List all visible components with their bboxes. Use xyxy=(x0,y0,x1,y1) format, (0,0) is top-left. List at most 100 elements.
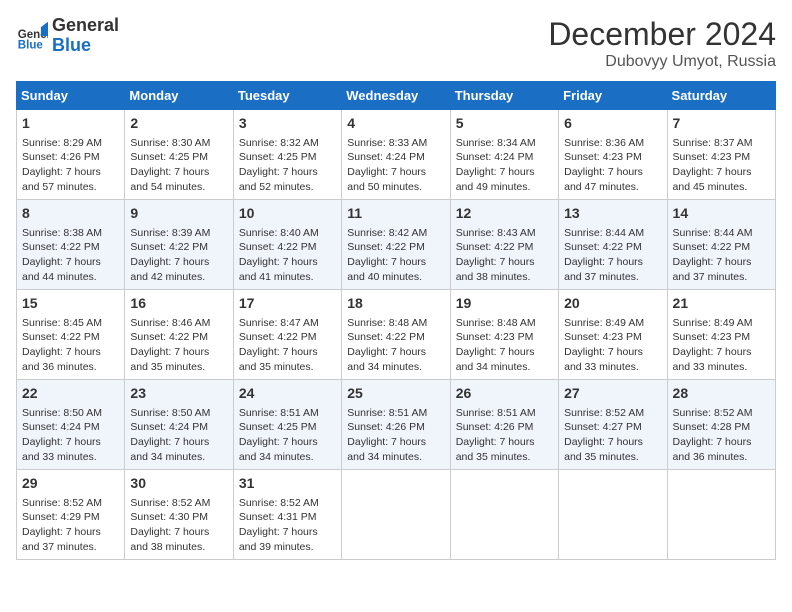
table-row: 11 Sunrise: 8:42 AM Sunset: 4:22 PM Dayl… xyxy=(342,200,450,290)
sunrise-label: Sunrise: 8:43 AM xyxy=(456,227,536,239)
sunrise-label: Sunrise: 8:51 AM xyxy=(347,407,427,419)
table-row: 4 Sunrise: 8:33 AM Sunset: 4:24 PM Dayli… xyxy=(342,110,450,200)
sunset-label: Sunset: 4:25 PM xyxy=(239,151,317,163)
calendar-header: Sunday Monday Tuesday Wednesday Thursday… xyxy=(17,82,776,110)
sunset-label: Sunset: 4:25 PM xyxy=(239,421,317,433)
table-row: 18 Sunrise: 8:48 AM Sunset: 4:22 PM Dayl… xyxy=(342,290,450,380)
calendar-body: 1 Sunrise: 8:29 AM Sunset: 4:26 PM Dayli… xyxy=(17,110,776,560)
sunset-label: Sunset: 4:30 PM xyxy=(130,511,208,523)
daylight-label: Daylight: 7 hours and 45 minutes. xyxy=(673,166,752,193)
sunset-label: Sunset: 4:23 PM xyxy=(673,151,751,163)
sunrise-label: Sunrise: 8:48 AM xyxy=(456,317,536,329)
table-row xyxy=(667,470,775,560)
day-number: 19 xyxy=(456,294,553,314)
sunset-label: Sunset: 4:23 PM xyxy=(564,151,642,163)
day-number: 8 xyxy=(22,204,119,224)
day-number: 12 xyxy=(456,204,553,224)
table-row: 6 Sunrise: 8:36 AM Sunset: 4:23 PM Dayli… xyxy=(559,110,667,200)
table-row: 31 Sunrise: 8:52 AM Sunset: 4:31 PM Dayl… xyxy=(233,470,341,560)
day-number: 9 xyxy=(130,204,227,224)
day-number: 20 xyxy=(564,294,661,314)
daylight-label: Daylight: 7 hours and 37 minutes. xyxy=(564,256,643,283)
table-row xyxy=(450,470,558,560)
daylight-label: Daylight: 7 hours and 47 minutes. xyxy=(564,166,643,193)
day-number: 5 xyxy=(456,114,553,134)
sunrise-label: Sunrise: 8:51 AM xyxy=(239,407,319,419)
daylight-label: Daylight: 7 hours and 33 minutes. xyxy=(22,436,101,463)
col-header-thursday: Thursday xyxy=(450,82,558,110)
daylight-label: Daylight: 7 hours and 33 minutes. xyxy=(673,346,752,373)
sunrise-label: Sunrise: 8:36 AM xyxy=(564,137,644,149)
table-row xyxy=(559,470,667,560)
daylight-label: Daylight: 7 hours and 40 minutes. xyxy=(347,256,426,283)
sunset-label: Sunset: 4:22 PM xyxy=(22,331,100,343)
sunset-label: Sunset: 4:22 PM xyxy=(673,241,751,253)
day-number: 30 xyxy=(130,474,227,494)
sunset-label: Sunset: 4:22 PM xyxy=(239,331,317,343)
col-header-friday: Friday xyxy=(559,82,667,110)
daylight-label: Daylight: 7 hours and 49 minutes. xyxy=(456,166,535,193)
daylight-label: Daylight: 7 hours and 34 minutes. xyxy=(347,436,426,463)
sunset-label: Sunset: 4:24 PM xyxy=(347,151,425,163)
daylight-label: Daylight: 7 hours and 38 minutes. xyxy=(456,256,535,283)
sunset-label: Sunset: 4:26 PM xyxy=(456,421,534,433)
day-number: 7 xyxy=(673,114,770,134)
sunrise-label: Sunrise: 8:33 AM xyxy=(347,137,427,149)
sunrise-label: Sunrise: 8:45 AM xyxy=(22,317,102,329)
table-row: 9 Sunrise: 8:39 AM Sunset: 4:22 PM Dayli… xyxy=(125,200,233,290)
logo: General Blue General Blue xyxy=(16,16,119,56)
table-row: 14 Sunrise: 8:44 AM Sunset: 4:22 PM Dayl… xyxy=(667,200,775,290)
table-row xyxy=(342,470,450,560)
day-number: 22 xyxy=(22,384,119,404)
daylight-label: Daylight: 7 hours and 41 minutes. xyxy=(239,256,318,283)
daylight-label: Daylight: 7 hours and 37 minutes. xyxy=(22,526,101,553)
table-row: 16 Sunrise: 8:46 AM Sunset: 4:22 PM Dayl… xyxy=(125,290,233,380)
sunset-label: Sunset: 4:22 PM xyxy=(347,241,425,253)
sunset-label: Sunset: 4:22 PM xyxy=(456,241,534,253)
daylight-label: Daylight: 7 hours and 35 minutes. xyxy=(564,436,643,463)
svg-text:Blue: Blue xyxy=(18,39,44,51)
table-row: 15 Sunrise: 8:45 AM Sunset: 4:22 PM Dayl… xyxy=(17,290,125,380)
sunset-label: Sunset: 4:29 PM xyxy=(22,511,100,523)
sunrise-label: Sunrise: 8:49 AM xyxy=(564,317,644,329)
day-number: 17 xyxy=(239,294,336,314)
col-header-saturday: Saturday xyxy=(667,82,775,110)
sunrise-label: Sunrise: 8:37 AM xyxy=(673,137,753,149)
table-row: 29 Sunrise: 8:52 AM Sunset: 4:29 PM Dayl… xyxy=(17,470,125,560)
logo-icon: General Blue xyxy=(16,20,48,52)
sunset-label: Sunset: 4:26 PM xyxy=(22,151,100,163)
sunrise-label: Sunrise: 8:30 AM xyxy=(130,137,210,149)
daylight-label: Daylight: 7 hours and 50 minutes. xyxy=(347,166,426,193)
daylight-label: Daylight: 7 hours and 57 minutes. xyxy=(22,166,101,193)
day-number: 21 xyxy=(673,294,770,314)
daylight-label: Daylight: 7 hours and 52 minutes. xyxy=(239,166,318,193)
sunset-label: Sunset: 4:22 PM xyxy=(347,331,425,343)
col-header-tuesday: Tuesday xyxy=(233,82,341,110)
sunset-label: Sunset: 4:26 PM xyxy=(347,421,425,433)
day-number: 15 xyxy=(22,294,119,314)
daylight-label: Daylight: 7 hours and 54 minutes. xyxy=(130,166,209,193)
day-number: 18 xyxy=(347,294,444,314)
daylight-label: Daylight: 7 hours and 34 minutes. xyxy=(130,436,209,463)
day-number: 16 xyxy=(130,294,227,314)
sunrise-label: Sunrise: 8:52 AM xyxy=(564,407,644,419)
sunrise-label: Sunrise: 8:47 AM xyxy=(239,317,319,329)
table-row: 7 Sunrise: 8:37 AM Sunset: 4:23 PM Dayli… xyxy=(667,110,775,200)
sunrise-label: Sunrise: 8:40 AM xyxy=(239,227,319,239)
day-number: 1 xyxy=(22,114,119,134)
calendar-table: Sunday Monday Tuesday Wednesday Thursday… xyxy=(16,81,776,560)
col-header-wednesday: Wednesday xyxy=(342,82,450,110)
sunset-label: Sunset: 4:25 PM xyxy=(130,151,208,163)
sunset-label: Sunset: 4:23 PM xyxy=(456,331,534,343)
table-row: 1 Sunrise: 8:29 AM Sunset: 4:26 PM Dayli… xyxy=(17,110,125,200)
day-number: 13 xyxy=(564,204,661,224)
table-row: 28 Sunrise: 8:52 AM Sunset: 4:28 PM Dayl… xyxy=(667,380,775,470)
sunset-label: Sunset: 4:22 PM xyxy=(130,241,208,253)
day-number: 10 xyxy=(239,204,336,224)
sunrise-label: Sunrise: 8:38 AM xyxy=(22,227,102,239)
table-row: 12 Sunrise: 8:43 AM Sunset: 4:22 PM Dayl… xyxy=(450,200,558,290)
table-row: 3 Sunrise: 8:32 AM Sunset: 4:25 PM Dayli… xyxy=(233,110,341,200)
sunrise-label: Sunrise: 8:44 AM xyxy=(564,227,644,239)
sunrise-label: Sunrise: 8:52 AM xyxy=(130,497,210,509)
sunrise-label: Sunrise: 8:29 AM xyxy=(22,137,102,149)
